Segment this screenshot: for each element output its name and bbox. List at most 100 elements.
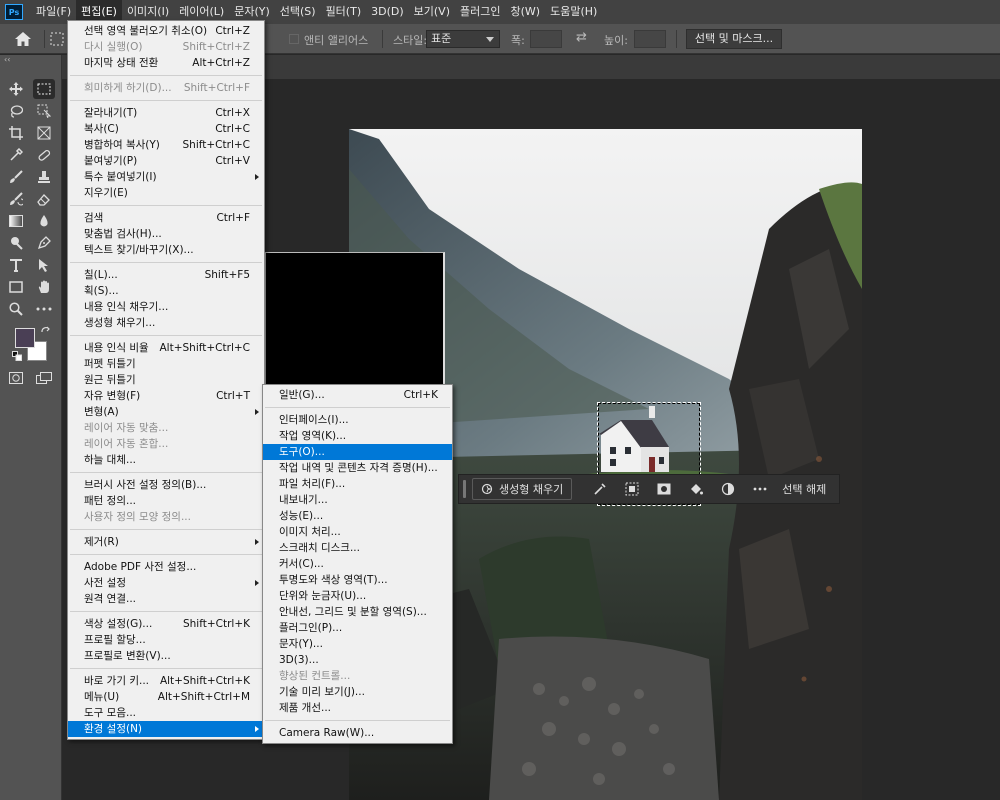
edit-menu-item[interactable]: 제거(R) (68, 534, 264, 550)
edit-menu-item[interactable]: 병합하여 복사(Y) Shift+Ctrl+C (68, 137, 264, 153)
collapse-panel-icon[interactable]: ‹‹ (4, 55, 10, 64)
blur-tool-icon[interactable] (33, 211, 55, 231)
style-select[interactable]: 표준 (426, 30, 500, 48)
dodge-tool-icon[interactable] (5, 233, 27, 253)
invert-selection-icon[interactable] (616, 478, 648, 500)
preferences-menu-item[interactable]: 파일 처리(F)... (263, 476, 452, 492)
edit-menu-item[interactable]: 맞춤법 검사(H)... (68, 226, 264, 242)
lasso-tool-icon[interactable] (5, 101, 27, 121)
rectangle-tool-icon[interactable] (5, 277, 27, 297)
history-brush-tool-icon[interactable] (5, 189, 27, 209)
edit-menu-item[interactable]: 마지막 상태 전환 Alt+Ctrl+Z (68, 55, 264, 71)
preferences-menu-item[interactable]: 문자(Y)... (263, 636, 452, 652)
more-options-icon[interactable] (744, 478, 776, 500)
more-tools-icon[interactable] (33, 299, 55, 319)
preferences-menu-item[interactable]: 3D(3)... (263, 652, 452, 668)
edit-menu-item[interactable]: 브러시 사전 설정 정의(B)... (68, 477, 264, 493)
menu-9[interactable]: 플러그인 (455, 0, 505, 24)
edit-menu-item[interactable]: 검색 Ctrl+F (68, 210, 264, 226)
preferences-menu-item[interactable]: 이미지 처리... (263, 524, 452, 540)
pen-tool-icon[interactable] (33, 233, 55, 253)
edit-menu-item[interactable]: 텍스트 찾기/바꾸기(X)... (68, 242, 264, 258)
zoom-tool-icon[interactable] (5, 299, 27, 319)
edit-menu-item[interactable]: 칠(L)... Shift+F5 (68, 267, 264, 283)
preferences-menu-item[interactable]: 일반(G)... Ctrl+K (263, 387, 452, 403)
edit-menu-item[interactable]: 특수 붙여넣기(I) (68, 169, 264, 185)
frame-tool-icon[interactable] (33, 123, 55, 143)
preferences-menu-item[interactable]: 성능(E)... (263, 508, 452, 524)
eyedropper-tool-icon[interactable] (5, 145, 27, 165)
preferences-menu-item[interactable]: 인터페이스(I)... (263, 412, 452, 428)
create-mask-icon[interactable] (648, 478, 680, 500)
edit-menu-item[interactable]: 원격 연결... (68, 591, 264, 607)
edit-menu-item[interactable]: 사전 설정 (68, 575, 264, 591)
preferences-menu-item[interactable]: 기술 미리 보기(J)... (263, 684, 452, 700)
swap-colors-icon[interactable] (40, 326, 52, 338)
preferences-menu-item[interactable]: 작업 영역(K)... (263, 428, 452, 444)
home-icon[interactable] (14, 31, 32, 47)
edit-menu-item[interactable]: 내용 인식 비율 Alt+Shift+Ctrl+C (68, 340, 264, 356)
object-selection-tool-icon[interactable] (33, 101, 55, 121)
preferences-menu-item[interactable]: 커서(C)... (263, 556, 452, 572)
edit-menu-item[interactable]: Adobe PDF 사전 설정... (68, 559, 264, 575)
edit-menu-item[interactable]: 붙여넣기(P) Ctrl+V (68, 153, 264, 169)
brush-tool-icon[interactable] (5, 167, 27, 187)
edit-menu-item[interactable]: 선택 영역 불러오기 취소(O) Ctrl+Z (68, 23, 264, 39)
menu-8[interactable]: 보기(V) (409, 0, 455, 24)
quick-mask-icon[interactable] (5, 368, 27, 388)
preferences-menu-item[interactable]: 내보내기... (263, 492, 452, 508)
edit-menu-item[interactable]: 잘라내기(T) Ctrl+X (68, 105, 264, 121)
preferences-menu-item[interactable]: 투명도와 색상 영역(T)... (263, 572, 452, 588)
edit-menu-item[interactable]: 지우기(E) (68, 185, 264, 201)
path-selection-tool-icon[interactable] (33, 255, 55, 275)
crop-tool-icon[interactable] (5, 123, 27, 143)
clone-stamp-tool-icon[interactable] (33, 167, 55, 187)
select-and-mask-button[interactable]: 선택 및 마스크... (686, 29, 782, 49)
edit-menu-item[interactable]: 프로필로 변환(V)... (68, 648, 264, 664)
menu-11[interactable]: 도움말(H) (545, 0, 602, 24)
deselect-button[interactable]: 선택 해제 (782, 481, 826, 497)
edit-menu-item[interactable]: 내용 인식 채우기... (68, 299, 264, 315)
preferences-menu-item[interactable]: 제품 개선... (263, 700, 452, 716)
edit-menu-item[interactable]: 바로 가기 키... Alt+Shift+Ctrl+K (68, 673, 264, 689)
menu-5[interactable]: 선택(S) (275, 0, 321, 24)
preferences-menu-item[interactable]: 플러그인(P)... (263, 620, 452, 636)
move-tool-icon[interactable] (5, 79, 27, 99)
menu-6[interactable]: 필터(T) (321, 0, 367, 24)
edit-menu-item[interactable]: 환경 설정(N) (68, 721, 264, 737)
edit-menu-item[interactable]: 원근 뒤틀기 (68, 372, 264, 388)
type-tool-icon[interactable] (5, 255, 27, 275)
preferences-menu-item[interactable]: 안내선, 그리드 및 분할 영역(S)... (263, 604, 452, 620)
hand-tool-icon[interactable] (33, 277, 55, 297)
screen-mode-icon[interactable] (33, 368, 55, 388)
edit-menu-item[interactable]: 복사(C) Ctrl+C (68, 121, 264, 137)
edit-menu-item[interactable]: 패턴 정의... (68, 493, 264, 509)
height-field[interactable] (634, 30, 666, 48)
healing-brush-tool-icon[interactable] (33, 145, 55, 165)
preferences-menu-item[interactable]: 스크래치 디스크... (263, 540, 452, 556)
edit-menu-item[interactable]: 색상 설정(G)... Shift+Ctrl+K (68, 616, 264, 632)
edit-menu-item[interactable]: 도구 모음... (68, 705, 264, 721)
fill-selection-icon[interactable] (680, 478, 712, 500)
anti-alias-checkbox[interactable] (289, 34, 299, 44)
menu-7[interactable]: 3D(D) (366, 0, 409, 24)
modify-selection-icon[interactable] (584, 478, 616, 500)
edit-menu-item[interactable]: 프로필 할당... (68, 632, 264, 648)
generative-fill-button[interactable]: 생성형 채우기 (472, 478, 573, 500)
edit-menu-item[interactable]: 메뉴(U) Alt+Shift+Ctrl+M (68, 689, 264, 705)
gradient-tool-icon[interactable] (5, 211, 27, 231)
width-field[interactable] (530, 30, 562, 48)
default-colors-icon[interactable] (12, 351, 22, 361)
preferences-menu-item[interactable]: Camera Raw(W)... (263, 725, 452, 741)
swap-dimensions-icon[interactable]: ⇄ (576, 30, 587, 45)
adjustment-layer-icon[interactable] (712, 478, 744, 500)
edit-menu-item[interactable]: 생성형 채우기... (68, 315, 264, 331)
preferences-menu-item[interactable]: 단위와 눈금자(U)... (263, 588, 452, 604)
edit-menu-item[interactable]: 변형(A) (68, 404, 264, 420)
edit-menu-item[interactable]: 획(S)... (68, 283, 264, 299)
marquee-preset-icon[interactable] (50, 32, 64, 46)
edit-menu-item[interactable]: 퍼펫 뒤틀기 (68, 356, 264, 372)
preferences-menu-item[interactable]: 도구(O)... (263, 444, 452, 460)
taskbar-drag-handle[interactable] (463, 480, 466, 498)
edit-menu-item[interactable]: 자유 변형(F) Ctrl+T (68, 388, 264, 404)
